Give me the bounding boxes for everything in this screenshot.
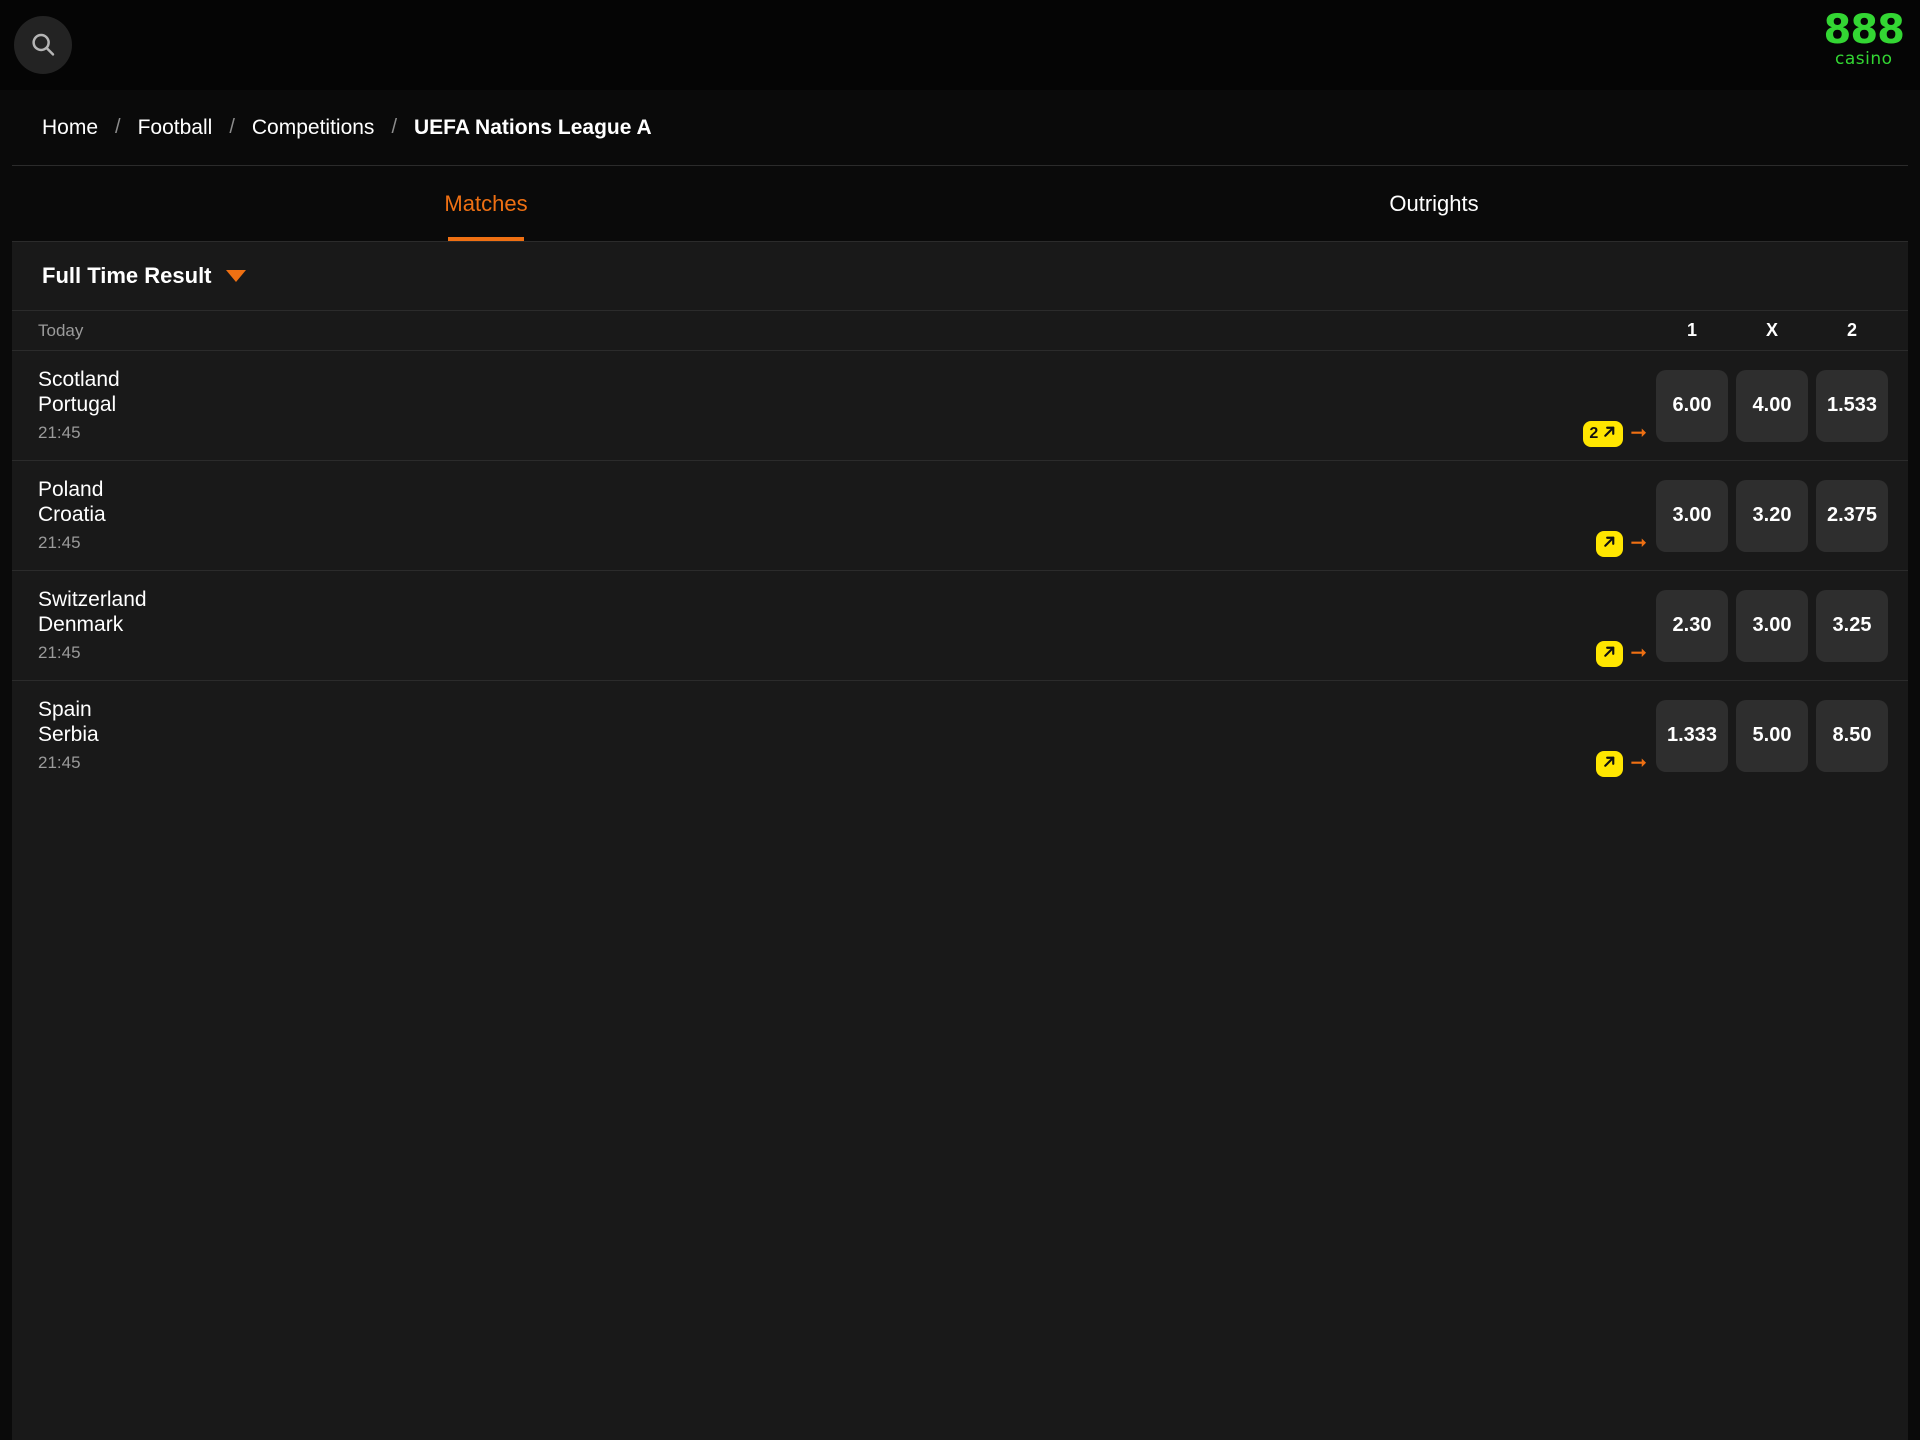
odd-button-x[interactable]: 3.00 <box>1736 589 1808 662</box>
arrow-right-icon[interactable]: ➞ <box>1630 643 1647 667</box>
odd-button-x[interactable]: 4.00 <box>1736 369 1808 442</box>
home-team-name: Switzerland <box>38 587 147 611</box>
away-team-name: Denmark <box>38 612 124 636</box>
market-header: Full Time Result <box>12 242 1908 310</box>
match-extras: ➞ <box>1596 461 1656 570</box>
match-row[interactable]: Switzerland Denmark 21:45 ➞ 2.30 3.00 3.… <box>12 570 1908 680</box>
chevron-down-icon[interactable] <box>225 270 246 282</box>
odds-group: 1.333 5.00 8.50 <box>1656 681 1908 790</box>
brand-logo[interactable]: 888 casino <box>1824 10 1905 68</box>
content-panel: Home / Football / Competitions / UEFA Na… <box>12 90 1908 1440</box>
markets-count-badge[interactable] <box>1596 531 1624 557</box>
home-team-name: Scotland <box>38 367 120 391</box>
odd-button-x[interactable]: 5.00 <box>1736 699 1808 772</box>
odd-button-x[interactable]: 3.20 <box>1736 479 1808 552</box>
away-team-name: Croatia <box>38 502 106 526</box>
top-bar: 888 casino <box>0 0 1920 90</box>
odd-button-1[interactable]: 6.00 <box>1656 369 1728 442</box>
odds-group: 2.30 3.00 3.25 <box>1656 571 1908 680</box>
brand-casino-text: casino <box>1834 49 1893 69</box>
market-title: Full Time Result <box>42 263 212 288</box>
arrow-north-east-icon <box>1602 424 1617 444</box>
match-row[interactable]: Spain Serbia 21:45 ➞ 1.333 5.00 8.50 <box>12 680 1908 790</box>
odd-button-2[interactable]: 2.375 <box>1816 479 1888 552</box>
day-header: Today 1 X 2 <box>12 310 1908 350</box>
tab-outrights[interactable]: Outrights <box>960 166 1908 241</box>
markets-count-badge[interactable] <box>1596 641 1624 667</box>
match-info[interactable]: Spain Serbia 21:45 <box>12 681 1596 790</box>
match-extras: ➞ <box>1596 681 1656 790</box>
arrow-north-east-icon <box>1602 754 1617 774</box>
brand-888-text: 888 <box>1823 7 1905 53</box>
tab-bar: Matches Outrights <box>12 166 1908 242</box>
odds-column-header-x: X <box>1765 320 1778 340</box>
breadcrumb: Home / Football / Competitions / UEFA Na… <box>12 90 1908 166</box>
search-icon <box>28 30 58 60</box>
match-row[interactable]: Poland Croatia 21:45 ➞ 3.00 3.20 2.375 <box>12 460 1908 570</box>
breadcrumb-item-home[interactable]: Home <box>42 116 98 140</box>
odds-group: 3.00 3.20 2.375 <box>1656 461 1908 570</box>
match-info[interactable]: Poland Croatia 21:45 <box>12 461 1596 570</box>
odds-group: 6.00 4.00 1.533 <box>1656 351 1908 460</box>
match-extras: 2 ➞ <box>1583 351 1656 460</box>
markets-count-badge[interactable]: 2 <box>1583 421 1624 447</box>
match-info[interactable]: Switzerland Denmark 21:45 <box>12 571 1596 680</box>
away-team-name: Portugal <box>38 392 117 416</box>
markets-count-badge[interactable] <box>1596 751 1624 777</box>
odds-column-headers: 1 X 2 <box>1656 320 1908 341</box>
kickoff-time: 21:45 <box>38 533 81 553</box>
breadcrumb-separator: / <box>115 116 121 138</box>
breadcrumb-item-competitions[interactable]: Competitions <box>252 116 375 140</box>
arrow-north-east-icon <box>1602 644 1617 664</box>
day-label: Today <box>38 320 84 340</box>
arrow-right-icon[interactable]: ➞ <box>1630 423 1647 447</box>
breadcrumb-item-football[interactable]: Football <box>138 116 213 140</box>
match-list: Scotland Portugal 21:45 2 ➞ 6.00 4.00 1.… <box>12 350 1908 790</box>
home-team-name: Spain <box>38 697 92 721</box>
match-info[interactable]: Scotland Portugal 21:45 <box>12 351 1583 460</box>
odd-button-2[interactable]: 1.533 <box>1816 369 1888 442</box>
markets-count-label: 2 <box>1589 425 1599 442</box>
away-team-name: Serbia <box>38 722 99 746</box>
odd-button-1[interactable]: 2.30 <box>1656 589 1728 662</box>
kickoff-time: 21:45 <box>38 753 81 773</box>
kickoff-time: 21:45 <box>38 423 81 443</box>
odd-button-2[interactable]: 8.50 <box>1816 699 1888 772</box>
odd-button-1[interactable]: 1.333 <box>1656 699 1728 772</box>
search-button[interactable] <box>14 16 72 74</box>
match-row[interactable]: Scotland Portugal 21:45 2 ➞ 6.00 4.00 1.… <box>12 350 1908 460</box>
tab-matches[interactable]: Matches <box>12 166 960 241</box>
odd-button-2[interactable]: 3.25 <box>1816 589 1888 662</box>
match-extras: ➞ <box>1596 571 1656 680</box>
arrow-right-icon[interactable]: ➞ <box>1630 533 1647 557</box>
odds-column-header-1: 1 <box>1686 320 1697 340</box>
breadcrumb-separator: / <box>391 116 397 138</box>
odds-column-header-2: 2 <box>1846 320 1857 340</box>
arrow-north-east-icon <box>1602 534 1617 554</box>
kickoff-time: 21:45 <box>38 643 81 663</box>
breadcrumb-item-current: UEFA Nations League A <box>414 115 652 139</box>
odd-button-1[interactable]: 3.00 <box>1656 479 1728 552</box>
arrow-right-icon[interactable]: ➞ <box>1630 753 1647 777</box>
breadcrumb-separator: / <box>229 116 235 138</box>
home-team-name: Poland <box>38 477 104 501</box>
